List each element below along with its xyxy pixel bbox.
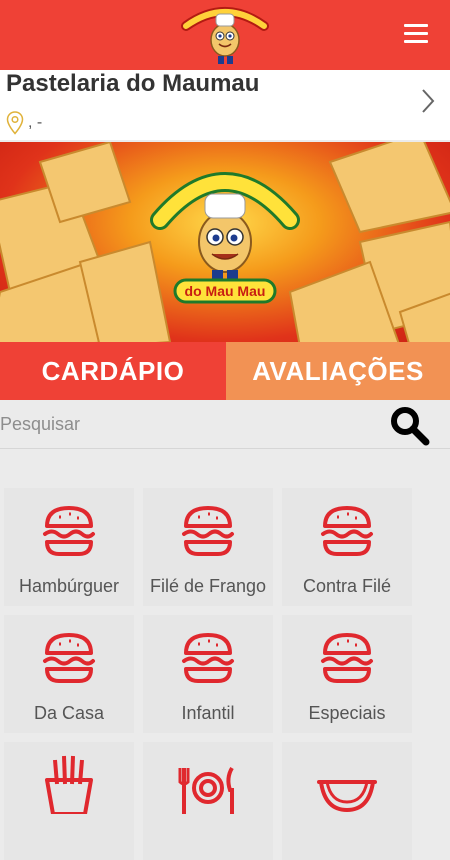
- category-label: Infantil: [181, 703, 235, 723]
- burger-icon: [43, 506, 95, 556]
- burger-icon: [182, 633, 234, 683]
- store-info-bar[interactable]: Pastelaria do Maumau , -: [0, 70, 450, 140]
- menu-button[interactable]: [404, 24, 428, 44]
- brand-logo: [181, 7, 269, 64]
- burger-icon: [182, 506, 234, 556]
- category-card[interactable]: Filé de Frango: [143, 488, 273, 606]
- search-input[interactable]: [0, 408, 370, 440]
- category-card[interactable]: [143, 742, 273, 860]
- category-card[interactable]: Contra Filé: [282, 488, 412, 606]
- category-card[interactable]: [282, 742, 412, 860]
- menu-icon-line: [404, 40, 428, 43]
- store-banner: do Mau Mau: [0, 142, 450, 342]
- top-bar: [0, 0, 450, 70]
- menu-icon-line: [404, 32, 428, 35]
- tab-cardapio[interactable]: CARDÁPIO: [0, 342, 226, 400]
- category-label: Da Casa: [33, 703, 105, 723]
- location-pin-icon: [6, 111, 24, 135]
- fries-icon: [45, 755, 93, 814]
- category-card[interactable]: Da Casa: [4, 615, 134, 733]
- category-label: Contra Filé: [302, 576, 392, 596]
- banner-logo-text: do Mau Mau: [185, 283, 266, 299]
- burger-icon: [321, 633, 373, 683]
- category-label: Filé de Frango: [149, 576, 267, 596]
- store-address-text: , -: [28, 114, 43, 131]
- search-bar: [0, 400, 450, 449]
- tab-avaliacoes[interactable]: AVALIAÇÕES: [226, 342, 450, 400]
- menu-icon-line: [404, 24, 428, 27]
- category-card[interactable]: Infantil: [143, 615, 273, 733]
- burger-icon: [321, 506, 373, 556]
- tab-bar: CARDÁPIO AVALIAÇÕES: [0, 342, 450, 400]
- category-card[interactable]: [4, 742, 134, 860]
- banner-image: do Mau Mau: [0, 142, 450, 342]
- category-label: Especiais: [308, 703, 386, 723]
- chevron-right-icon[interactable]: [418, 86, 438, 116]
- plate-cutlery-icon: [178, 766, 234, 814]
- category-label: Hambúrguer: [18, 576, 120, 596]
- category-card[interactable]: Especiais: [282, 615, 412, 733]
- store-address: , -: [6, 110, 42, 136]
- bowl-icon: [317, 780, 377, 813]
- category-card[interactable]: Hambúrguer: [4, 488, 134, 606]
- search-icon[interactable]: [388, 404, 432, 448]
- store-name: Pastelaria do Maumau: [6, 70, 260, 97]
- burger-icon: [43, 633, 95, 683]
